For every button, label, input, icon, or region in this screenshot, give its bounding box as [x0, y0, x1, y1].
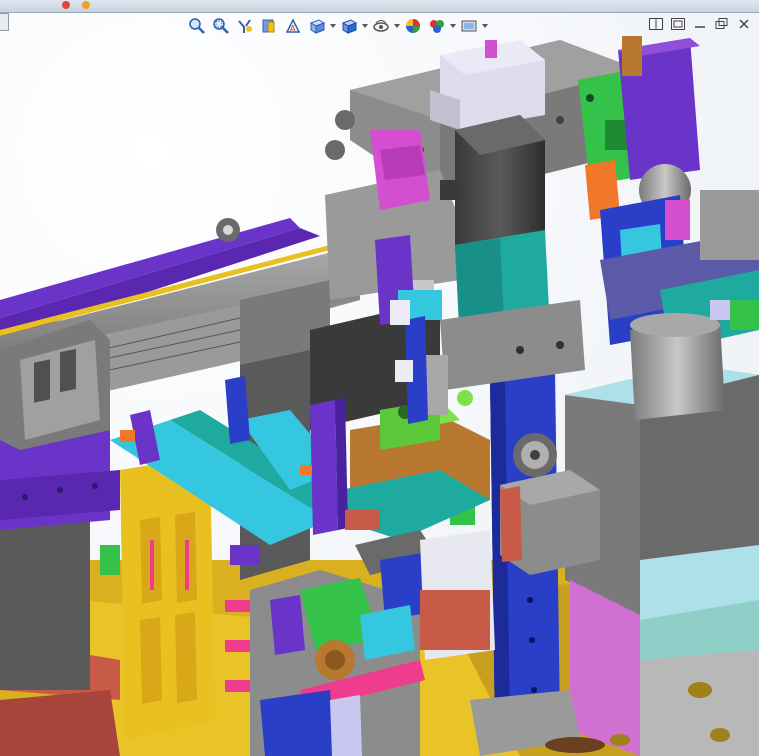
svg-text:A: A: [290, 24, 296, 33]
window-title-bar: [0, 0, 759, 13]
purple-housing: [618, 36, 700, 216]
zoom-to-area-icon[interactable]: [210, 15, 232, 37]
previous-view-icon[interactable]: [234, 15, 256, 37]
restore-window-icon[interactable]: [713, 16, 731, 32]
section-view-icon[interactable]: [258, 15, 280, 37]
view-settings-icon[interactable]: [458, 15, 480, 37]
heads-up-view-toolbar: A: [186, 13, 488, 39]
chevron-down-icon[interactable]: [330, 15, 336, 37]
dynamic-annotation-icon[interactable]: A: [282, 15, 304, 37]
chevron-down-icon[interactable]: [362, 15, 368, 37]
zoom-to-fit-icon[interactable]: [186, 15, 208, 37]
chevron-down-icon[interactable]: [450, 15, 456, 37]
cad-assembly-model[interactable]: [0, 0, 759, 756]
edit-appearance-icon[interactable]: [402, 15, 424, 37]
apply-scene-icon[interactable]: [426, 15, 448, 37]
feature-manager-collapse-tab[interactable]: [0, 13, 9, 31]
window-minimize-dot[interactable]: [82, 1, 90, 9]
viewport-window-controls: [647, 16, 753, 32]
chevron-down-icon[interactable]: [394, 15, 400, 37]
display-style-icon[interactable]: [338, 15, 360, 37]
chevron-down-icon[interactable]: [482, 15, 488, 37]
window-close-dot[interactable]: [62, 1, 70, 9]
view-orientation-icon[interactable]: [306, 15, 328, 37]
minimize-window-icon[interactable]: [691, 16, 709, 32]
close-window-icon[interactable]: [735, 16, 753, 32]
split-viewport-icon[interactable]: [647, 16, 665, 32]
link-views-icon[interactable]: [669, 16, 687, 32]
graphics-viewport[interactable]: A: [0, 0, 759, 756]
motor-cover: [430, 40, 545, 130]
hide-show-items-icon[interactable]: [370, 15, 392, 37]
